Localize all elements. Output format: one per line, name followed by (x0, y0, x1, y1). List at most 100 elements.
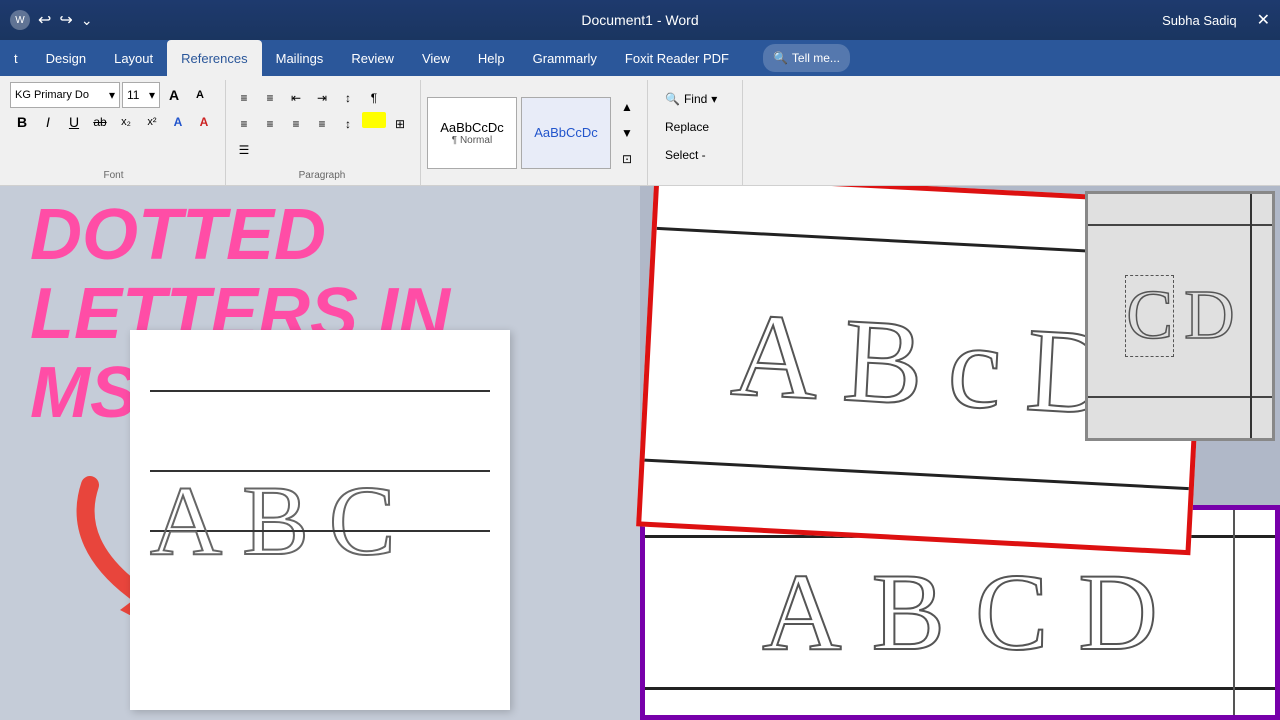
show-marks-btn[interactable]: ¶ (362, 86, 386, 110)
text-highlight-btn[interactable]: A (166, 110, 190, 134)
tell-me-box[interactable]: 🔍 Tell me... (763, 44, 850, 72)
tab-layout[interactable]: Layout (100, 40, 167, 76)
dotted-letters-container: A B C (150, 463, 490, 578)
font-group-label: Font (103, 170, 123, 183)
window-close-icon[interactable]: ✕ (1257, 10, 1270, 30)
tab-review[interactable]: Review (337, 40, 408, 76)
dark-line-1 (1088, 224, 1272, 226)
style-heading-preview: AaBbCcDc (534, 125, 598, 140)
tab-design[interactable]: Design (32, 40, 100, 76)
font-row1: KG Primary Do ▾ 11 ▾ A A (10, 82, 212, 108)
tab-home[interactable]: t (0, 40, 32, 76)
tab-references[interactable]: References (167, 40, 261, 76)
find-btn[interactable]: 🔍 Find ▾ (658, 86, 730, 112)
underline-btn[interactable]: U (62, 110, 86, 134)
dotted-letter-B: B (242, 465, 309, 576)
find-icon: 🔍 (665, 92, 680, 106)
document-title: Document1 - Word (581, 12, 698, 28)
customize-btn[interactable]: ⌄ (81, 12, 93, 29)
doc-preview: DOTTED LETTERS IN MS WORD A (0, 186, 640, 720)
overlay-line1: DOTTED (30, 196, 450, 275)
thumb-dark-content: C D (1088, 194, 1272, 438)
styles-down-btn[interactable]: ▼ (615, 121, 639, 145)
sort-btn[interactable]: ↕ (336, 86, 360, 110)
main-content: DOTTED LETTERS IN MS WORD A (0, 186, 1280, 720)
align-right-btn[interactable]: ≡ (284, 112, 308, 136)
font-row2: B I U ab x₂ x² A A (10, 110, 216, 134)
decrease-font-btn[interactable]: A (188, 83, 212, 107)
purple-letters: A B C D (762, 549, 1158, 676)
align-justify-btn[interactable]: ≡ (310, 112, 334, 136)
title-bar-right: Subha Sadiq ✕ (1162, 10, 1270, 30)
align-buttons: ≡ ≡ ≡ ≡ ↕ ⊞ (232, 112, 412, 136)
styles-nav: ▲ ▼ ⊡ (615, 95, 639, 171)
dark-letter-C: C (1125, 275, 1174, 357)
decrease-indent-btn[interactable]: ⇤ (284, 86, 308, 110)
word-icon: W (10, 10, 30, 30)
dark-letter-D: D (1184, 276, 1235, 356)
style-normal-label: ¶ Normal (452, 135, 492, 146)
styles-up-btn[interactable]: ▲ (615, 95, 639, 119)
main-letters: A B c D (728, 285, 1116, 443)
styles-group: AaBbCcDc ¶ Normal AaBbCcDc ▲ ▼ ⊡ (423, 80, 648, 185)
word-document-sheet: A B C (130, 330, 510, 710)
main-line-bot (644, 459, 1188, 491)
purple-line-bot (645, 687, 1275, 690)
undo-btn[interactable]: ↩ (38, 10, 51, 30)
thumb-dark: C D (1085, 191, 1275, 441)
ribbon-tabs: t Design Layout References Mailings Revi… (0, 40, 1280, 76)
numbered-list-btn[interactable]: ≡ (258, 86, 282, 110)
superscript-btn[interactable]: x² (140, 110, 164, 134)
font-dropdown-icon[interactable]: ▾ (109, 88, 115, 102)
main-letter-B: B (840, 290, 927, 432)
font-name-label: KG Primary Do (15, 89, 89, 101)
replace-label: Replace (665, 120, 709, 134)
tab-foxit[interactable]: Foxit Reader PDF (611, 40, 743, 76)
style-heading-box[interactable]: AaBbCcDc (521, 97, 611, 169)
font-size-dropdown-icon[interactable]: ▾ (149, 88, 155, 102)
purple-letter-C: C (975, 549, 1048, 676)
italic-btn[interactable]: I (36, 110, 60, 134)
dark-vline (1250, 194, 1252, 438)
find-label: Find (684, 92, 707, 106)
thumbnails-panel: C D A B c D (640, 186, 1280, 720)
list-buttons: ≡ ≡ ⇤ ⇥ ↕ ¶ (232, 86, 412, 110)
strikethrough-btn[interactable]: ab (88, 110, 112, 134)
editing-group: 🔍 Find ▾ Replace Select - (650, 80, 743, 185)
bullet-list-btn[interactable]: ≡ (232, 86, 256, 110)
letter-C: C (329, 463, 396, 578)
style-normal-box[interactable]: AaBbCcDc ¶ Normal (427, 97, 517, 169)
replace-btn[interactable]: Replace (658, 114, 730, 140)
main-letter-c: c (945, 296, 1005, 437)
border-btn[interactable]: ⊞ (388, 112, 412, 136)
font-color-btn[interactable]: A (192, 110, 216, 134)
subscript-btn[interactable]: x₂ (114, 110, 138, 134)
tab-view[interactable]: View (408, 40, 464, 76)
shading-btn[interactable] (362, 112, 386, 128)
tab-mailings[interactable]: Mailings (262, 40, 338, 76)
sheet-content: A B C (130, 330, 510, 710)
multilevel-list-btn[interactable]: ☰ (232, 138, 256, 162)
guideline-top (150, 390, 490, 392)
align-left-btn[interactable]: ≡ (232, 112, 256, 136)
font-size-selector[interactable]: 11 ▾ (122, 82, 160, 108)
increase-font-btn[interactable]: A (162, 83, 186, 107)
dark-letters: C D (1125, 275, 1234, 357)
tab-help[interactable]: Help (464, 40, 519, 76)
purple-letter-D: D (1078, 549, 1157, 676)
editing-controls: 🔍 Find ▾ Replace Select - (654, 82, 734, 172)
styles-more-btn[interactable]: ⊡ (615, 147, 639, 171)
font-selector[interactable]: KG Primary Do ▾ (10, 82, 120, 108)
line-spacing-btn[interactable]: ↕ (336, 112, 360, 136)
bold-btn[interactable]: B (10, 110, 34, 134)
increase-indent-btn[interactable]: ⇥ (310, 86, 334, 110)
align-center-btn[interactable]: ≡ (258, 112, 282, 136)
select-btn[interactable]: Select - (658, 142, 730, 168)
title-bar: W ↩ ↪ ⌄ Document1 - Word Subha Sadiq ✕ (0, 0, 1280, 40)
paragraph-group-label: Paragraph (299, 170, 346, 183)
title-bar-left: W ↩ ↪ ⌄ (10, 10, 93, 30)
user-name: Subha Sadiq (1162, 13, 1236, 28)
paragraph-controls: ≡ ≡ ⇤ ⇥ ↕ ¶ ≡ ≡ ≡ ≡ ↕ ⊞ ☰ (232, 82, 412, 170)
tab-grammarly[interactable]: Grammarly (519, 40, 611, 76)
redo-btn[interactable]: ↪ (59, 10, 72, 30)
